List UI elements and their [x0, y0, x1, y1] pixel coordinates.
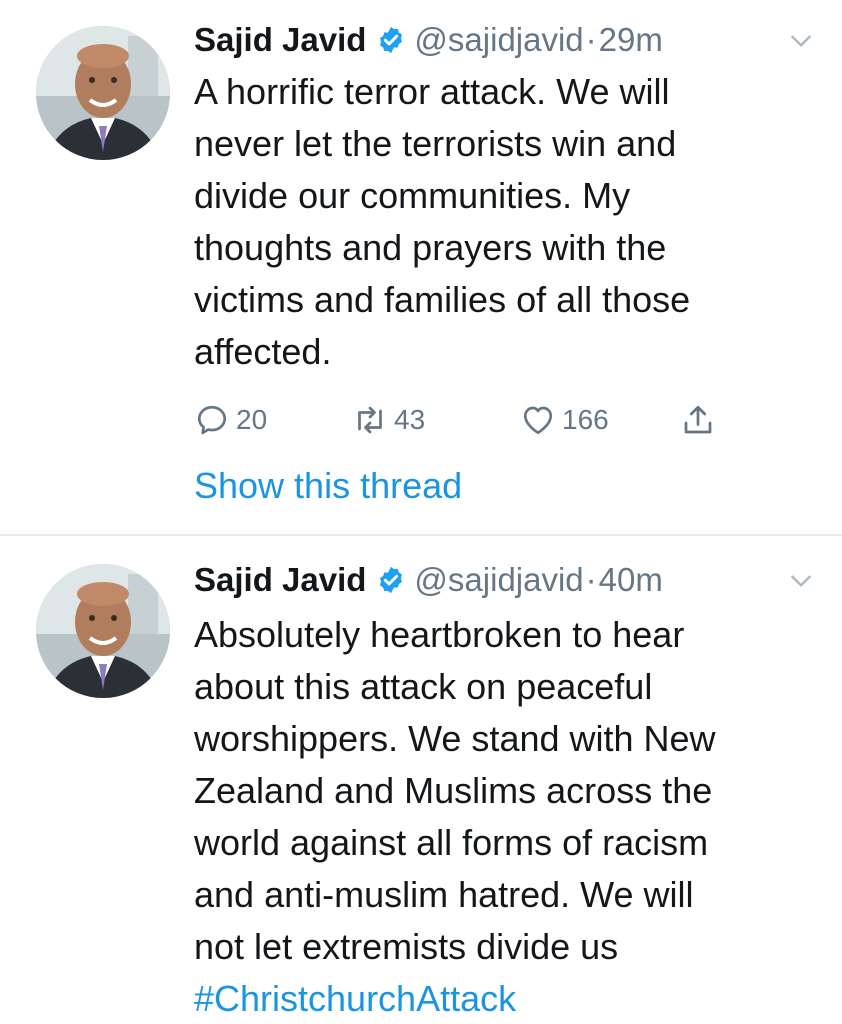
reply-icon: [197, 405, 227, 435]
profile-photo-icon: [36, 564, 170, 698]
avatar[interactable]: [36, 26, 170, 160]
profile-photo-icon: [36, 26, 170, 160]
reply-button[interactable]: 20: [194, 398, 267, 442]
retweet-icon: [358, 406, 382, 434]
show-thread-link[interactable]: Show this thread: [194, 462, 462, 510]
tweet-actions: 20 43 166: [194, 398, 754, 442]
share-button[interactable]: [680, 398, 716, 442]
verified-badge-icon: [380, 566, 403, 594]
author-handle[interactable]: @sajidjavid: [414, 21, 583, 59]
tweet-body: Absolutely heartbroken to hear about thi…: [194, 614, 716, 967]
reply-count: 20: [236, 404, 268, 435]
tweet-timestamp[interactable]: 29m: [599, 21, 663, 59]
chevron-down-icon[interactable]: [788, 568, 814, 594]
like-button[interactable]: 166: [520, 398, 609, 442]
author-name[interactable]: Sajid Javid: [194, 561, 366, 599]
avatar[interactable]: [36, 564, 170, 698]
tweet-text: Absolutely heartbroken to hear about thi…: [194, 609, 814, 1024]
tweet-feed: Sajid Javid @sajidjavid · 29m A horrific…: [0, 0, 842, 1024]
tweet-timestamp[interactable]: 40m: [599, 561, 663, 599]
tweet[interactable]: Sajid Javid @sajidjavid · 40m Absolutely…: [0, 536, 842, 1024]
share-icon: [684, 405, 712, 434]
author-name[interactable]: Sajid Javid: [194, 21, 366, 59]
tweet-header: Sajid Javid @sajidjavid · 40m: [194, 558, 842, 602]
tweet[interactable]: Sajid Javid @sajidjavid · 29m A horrific…: [0, 0, 842, 535]
hashtag-link[interactable]: #ChristchurchAttack: [194, 978, 516, 1019]
retweet-count: 43: [394, 404, 426, 435]
separator-dot: ·: [585, 21, 597, 58]
tweet-text: A horrific terror attack. We will never …: [194, 71, 691, 372]
verified-badge-icon: [380, 26, 403, 54]
separator-dot: ·: [585, 561, 597, 598]
retweet-button[interactable]: 43: [352, 398, 425, 442]
heart-icon: [523, 406, 553, 435]
like-count: 166: [562, 404, 609, 435]
chevron-down-icon[interactable]: [788, 28, 814, 54]
tweet-header: Sajid Javid @sajidjavid · 29m: [194, 18, 842, 62]
author-handle[interactable]: @sajidjavid: [414, 561, 583, 599]
